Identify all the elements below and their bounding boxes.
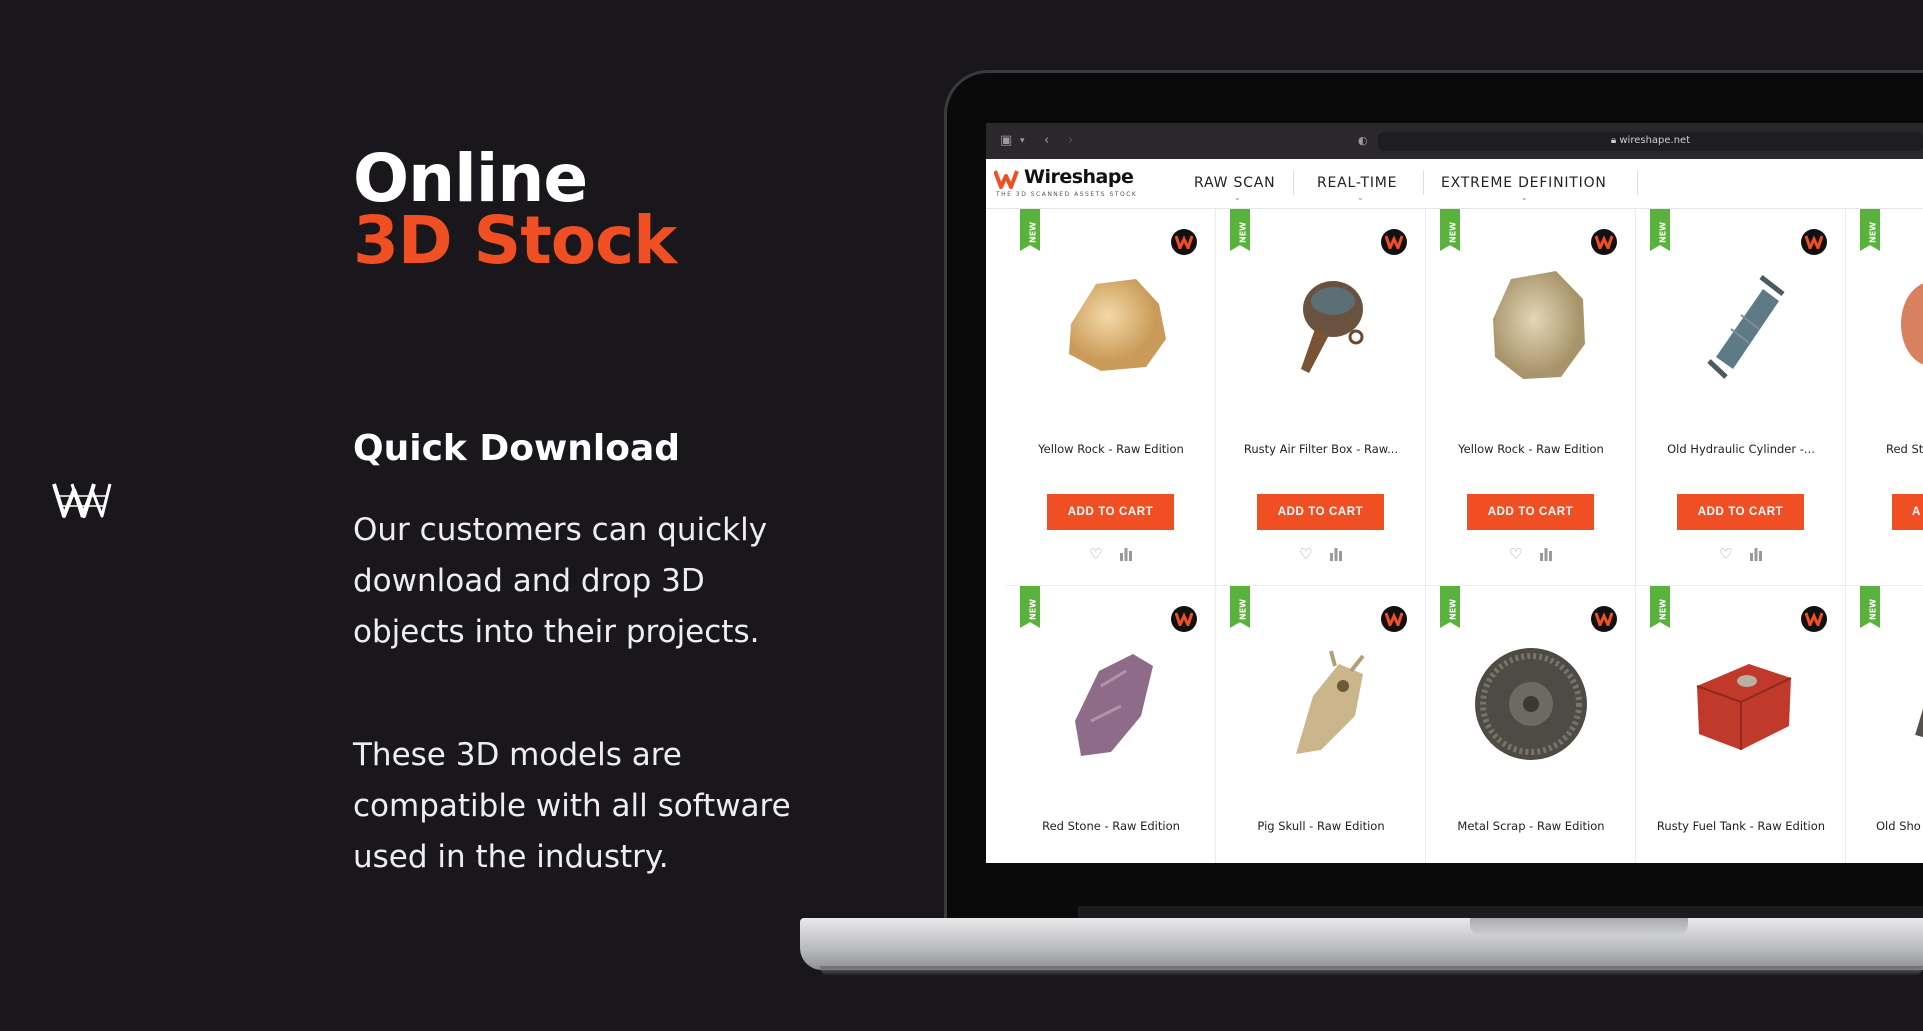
nav-real-time[interactable]: REAL-TIME: [1317, 175, 1397, 191]
nav-divider: [1637, 171, 1638, 195]
product-card[interactable]: NEW Yellow Rock - Raw Edition ADD TO CAR…: [1426, 209, 1636, 586]
product-image[interactable]: [1041, 626, 1181, 776]
product-name[interactable]: Yellow Rock - Raw Edition: [1426, 442, 1636, 456]
heart-icon[interactable]: ♡: [1719, 545, 1732, 563]
site-tagline: THE 3D SCANNED ASSETS STOCK: [996, 191, 1138, 198]
new-ribbon: NEW: [1440, 209, 1460, 251]
product-card[interactable]: NEW Pig Skull - Raw Edition: [1216, 586, 1426, 863]
address-bar[interactable]: 🔒︎ wireshape.net: [1378, 132, 1923, 151]
heart-icon[interactable]: ♡: [1509, 545, 1522, 563]
forward-icon[interactable]: ›: [1068, 133, 1073, 148]
product-grid: NEW Yellow Rock - Raw Edition ADD TO CAR…: [1006, 209, 1923, 863]
new-ribbon: NEW: [1230, 586, 1250, 628]
add-to-cart-button[interactable]: A: [1892, 494, 1923, 530]
product-image[interactable]: [1861, 249, 1923, 399]
product-card[interactable]: NEW Red St A: [1846, 209, 1923, 586]
laptop-notch: [1470, 918, 1688, 936]
heart-icon[interactable]: ♡: [1299, 545, 1312, 563]
chevron-down-icon: ⌄: [1357, 193, 1364, 202]
hero-title-line2: 3D Stock: [353, 202, 677, 279]
product-name[interactable]: Red Stone - Raw Edition: [1006, 819, 1216, 833]
site-logo[interactable]: Wireshape: [1024, 166, 1134, 188]
new-ribbon: NEW: [1650, 209, 1670, 251]
product-name[interactable]: Pig Skull - Raw Edition: [1216, 819, 1426, 833]
heart-icon[interactable]: ♡: [1089, 545, 1102, 563]
description-paragraph-2: These 3D models are compatible with all …: [353, 737, 791, 875]
product-name[interactable]: Red St: [1886, 442, 1923, 456]
product-card[interactable]: NEW Old Hydraulic Cylinder -... ADD TO C…: [1636, 209, 1846, 586]
new-ribbon: NEW: [1650, 586, 1670, 628]
product-name[interactable]: Metal Scrap - Raw Edition: [1426, 819, 1636, 833]
product-image[interactable]: [1461, 249, 1601, 399]
compare-icon[interactable]: [1329, 547, 1343, 561]
product-name[interactable]: Old Hydraulic Cylinder -...: [1636, 442, 1846, 456]
product-name[interactable]: Rusty Fuel Tank - Raw Edition: [1636, 819, 1846, 833]
lock-icon: 🔒︎: [1610, 135, 1617, 146]
chevron-down-icon[interactable]: ▾: [1020, 136, 1025, 146]
hero-title-line1: Online: [353, 140, 588, 217]
product-card[interactable]: NEW Red Stone - Raw Edition: [1006, 586, 1216, 863]
wireshape-logo-icon: [52, 483, 112, 518]
sidebar-toggle-icon[interactable]: ▣: [1000, 133, 1012, 148]
back-icon[interactable]: ‹: [1044, 133, 1049, 148]
section-title: Quick Download: [353, 428, 681, 469]
browser-toolbar: ▣ ▾ ‹ › ◐ 🔒︎ wireshape.net: [986, 123, 1923, 159]
laptop-hinge: [1078, 906, 1923, 918]
product-image[interactable]: [1861, 626, 1923, 776]
add-to-cart-button[interactable]: ADD TO CART: [1047, 494, 1174, 530]
nav-raw-scan[interactable]: RAW SCAN: [1194, 175, 1275, 191]
compare-icon[interactable]: [1119, 547, 1133, 561]
nav-divider: [1293, 171, 1294, 195]
product-card[interactable]: NEW Yellow Rock - Raw Edition ADD TO CAR…: [1006, 209, 1216, 586]
product-card[interactable]: NEW Rusty Fuel Tank - Raw Edition: [1636, 586, 1846, 863]
product-name[interactable]: Yellow Rock - Raw Edition: [1006, 442, 1216, 456]
chevron-down-icon: ⌄: [1234, 193, 1241, 202]
laptop-base: [800, 918, 1923, 970]
product-image[interactable]: [1041, 249, 1181, 399]
product-card[interactable]: NEW Metal Scrap - Raw Edition: [1426, 586, 1636, 863]
url-text: wireshape.net: [1619, 135, 1691, 146]
compare-icon[interactable]: [1539, 547, 1553, 561]
site-header: Wireshape THE 3D SCANNED ASSETS STOCK RA…: [986, 159, 1923, 209]
compare-icon[interactable]: [1749, 547, 1763, 561]
new-ribbon: NEW: [1020, 209, 1040, 251]
add-to-cart-button[interactable]: ADD TO CART: [1467, 494, 1594, 530]
laptop-screen: ▣ ▾ ‹ › ◐ 🔒︎ wireshape.net Wireshape THE…: [986, 123, 1923, 863]
chevron-down-icon: ⌄: [1521, 193, 1528, 202]
nav-divider: [1423, 171, 1424, 195]
new-ribbon: NEW: [1230, 209, 1250, 251]
shield-icon[interactable]: ◐: [1358, 134, 1368, 147]
new-ribbon: NEW: [1440, 586, 1460, 628]
product-image[interactable]: [1671, 249, 1811, 399]
add-to-cart-button[interactable]: ADD TO CART: [1677, 494, 1804, 530]
product-image[interactable]: [1671, 626, 1811, 776]
product-card[interactable]: NEW Old Sho: [1846, 586, 1923, 863]
product-image[interactable]: [1251, 249, 1391, 399]
hero-title: Online 3D Stock: [353, 140, 677, 279]
product-name[interactable]: Rusty Air Filter Box - Raw...: [1216, 442, 1426, 456]
product-card[interactable]: NEW Rusty Air Filter Box - Raw... ADD TO…: [1216, 209, 1426, 586]
add-to-cart-button[interactable]: ADD TO CART: [1257, 494, 1384, 530]
product-image[interactable]: [1461, 626, 1601, 776]
product-image[interactable]: [1251, 626, 1391, 776]
new-ribbon: NEW: [1860, 209, 1880, 251]
description-paragraph-1: Our customers can quickly download and d…: [353, 512, 768, 650]
new-ribbon: NEW: [1020, 586, 1040, 628]
new-ribbon: NEW: [1860, 586, 1880, 628]
nav-extreme-definition[interactable]: EXTREME DEFINITION: [1441, 175, 1607, 191]
laptop-shadow: [820, 966, 1923, 976]
wireshape-mark-icon[interactable]: [994, 169, 1022, 189]
product-name[interactable]: Old Sho: [1876, 819, 1923, 833]
